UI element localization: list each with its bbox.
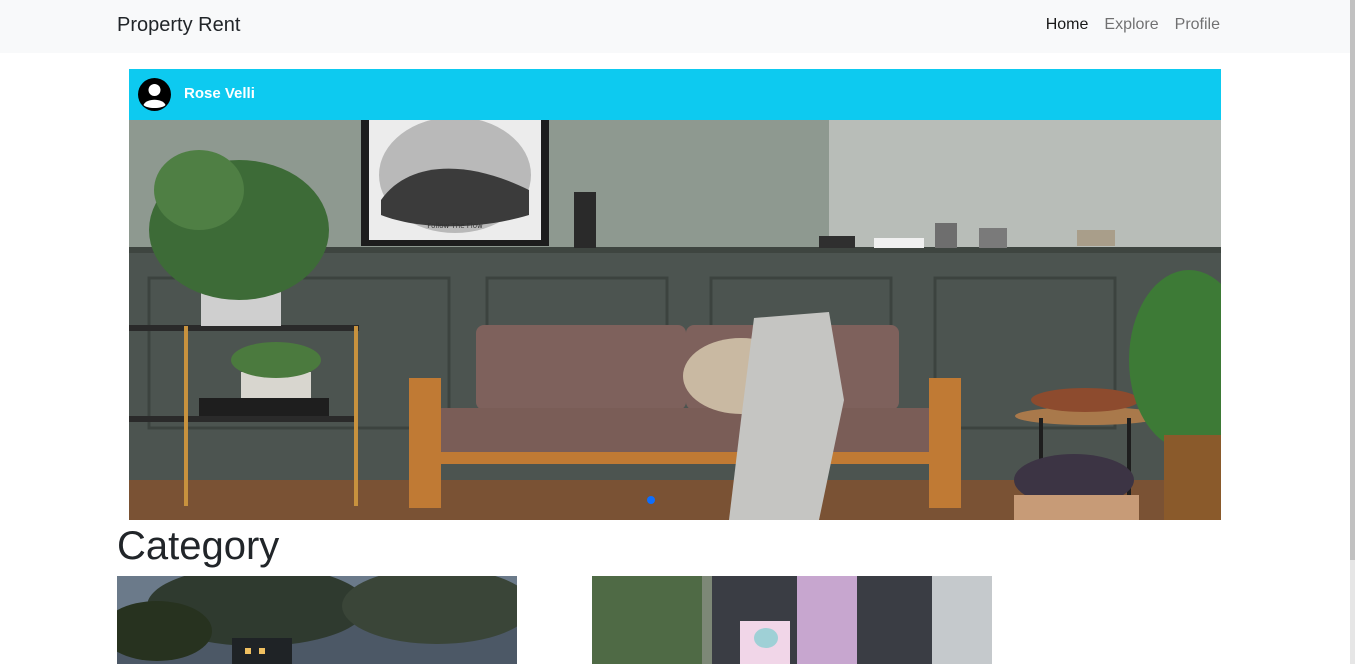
owner-name[interactable]: Rose Velli [184,85,255,102]
property-carousel: Rose Velli Follow The Flow [129,69,1221,520]
nav-link-profile[interactable]: Profile [1175,16,1220,34]
nav-link-home[interactable]: Home [1046,16,1089,34]
poster-text: Follow The Flow [427,222,483,230]
category-card-image-house[interactable] [117,576,517,664]
scrollbar-thumb[interactable] [1350,0,1355,560]
category-card-image-agent[interactable] [592,576,992,664]
nav-link-explore[interactable]: Explore [1104,16,1158,34]
owner-bar: Rose Velli [129,69,1221,120]
nav-links: Home Explore Profile [1046,16,1220,34]
navbar: Property Rent Home Explore Profile [0,0,1350,53]
brand-logo[interactable]: Property Rent [117,14,240,37]
user-avatar-icon[interactable] [138,78,171,111]
carousel-indicator-dot[interactable] [647,496,655,504]
category-heading: Category [117,524,280,568]
carousel-slide-image: Follow The Flow [129,120,1221,520]
page-scrollbar[interactable] [1350,0,1355,664]
